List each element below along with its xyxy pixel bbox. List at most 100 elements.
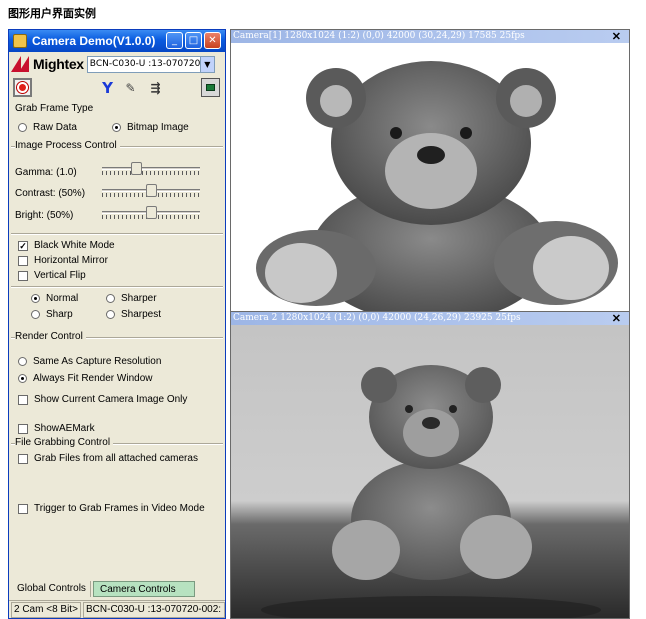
close-icon[interactable]: ✕ <box>612 312 621 325</box>
radio-circle <box>106 310 115 319</box>
always-fit-radio[interactable]: Always Fit Render Window <box>18 373 152 384</box>
radio-circle <box>31 294 40 303</box>
camera-1-titlebar[interactable]: Camera[1] 1280x1024 (1:2) (0,0) 42000 (3… <box>231 30 629 43</box>
camera-app-icon <box>13 34 27 48</box>
close-button[interactable]: ✕ <box>204 32 221 49</box>
slider-thumb[interactable] <box>146 184 157 197</box>
show-current-image-checkbox[interactable]: Show Current Camera Image Only <box>18 394 187 405</box>
gamma-label: Gamma: (1.0) <box>15 167 77 178</box>
image-process-label: Image Process Control <box>15 140 120 151</box>
camera-2-titlebar[interactable]: Camera 2 1280x1024 (1:2) (0,0) 42000 (24… <box>231 312 629 325</box>
tab-strip: Global Controls Camera Controls <box>11 581 223 598</box>
wand-icon[interactable]: ✎ <box>121 78 140 97</box>
always-fit-label: Always Fit Render Window <box>33 373 153 384</box>
camera-select-value: BCN-C030-U :13-070720- <box>89 58 204 69</box>
checkbox-box <box>18 394 28 405</box>
y-tool-icon[interactable]: Y <box>98 78 117 97</box>
radio-circle <box>31 310 40 319</box>
same-as-capture-radio[interactable]: Same As Capture Resolution <box>18 356 161 367</box>
camera-2-title: Camera 2 1280x1024 (1:2) (0,0) 42000 (24… <box>233 313 521 323</box>
window-titlebar[interactable]: Camera Demo(V1.0.0) _ □ ✕ <box>9 30 225 52</box>
status-camera-count: 2 Cam <8 Bit> <box>11 602 81 618</box>
bitmap-image-radio[interactable]: Bitmap Image <box>112 122 189 133</box>
contrast-slider[interactable] <box>102 184 200 198</box>
normal-radio[interactable]: Normal <box>31 293 78 304</box>
checkbox-box: ✓ <box>18 240 28 251</box>
radio-circle <box>106 294 115 303</box>
toolbar: Y ✎ ⇶ <box>11 77 223 99</box>
black-white-mode-checkbox[interactable]: ✓ Black White Mode <box>18 240 115 251</box>
checkbox-box <box>18 503 28 514</box>
tab-camera-controls[interactable]: Camera Controls <box>93 581 195 597</box>
gamma-slider[interactable] <box>102 162 200 176</box>
radio-circle <box>18 357 27 366</box>
radio-circle <box>18 374 27 383</box>
sharper-radio[interactable]: Sharper <box>106 293 157 304</box>
network-icon[interactable]: ⇶ <box>146 78 165 97</box>
control-panel-window: Camera Demo(V1.0.0) _ □ ✕ Mightex BCN-C0… <box>8 29 226 619</box>
camera-2-image <box>231 325 629 618</box>
camera-1-title: Camera[1] 1280x1024 (1:2) (0,0) 42000 (3… <box>233 31 525 41</box>
camera-select[interactable]: BCN-C030-U :13-070720- ▼ <box>86 55 215 73</box>
checkbox-box <box>18 453 28 464</box>
sharpest-label: Sharpest <box>121 309 162 320</box>
trigger-grab-checkbox[interactable]: Trigger to Grab Frames in Video Mode <box>18 503 205 514</box>
slider-thumb[interactable] <box>146 206 157 219</box>
bitmap-image-label: Bitmap Image <box>127 122 189 133</box>
black-white-mode-label: Black White Mode <box>34 240 115 251</box>
sharper-label: Sharper <box>121 293 157 304</box>
sharp-label: Sharp <box>46 309 73 320</box>
sharpest-radio[interactable]: Sharpest <box>106 309 161 320</box>
radio-circle <box>112 123 121 132</box>
camera-1-window: Camera[1] 1280x1024 (1:2) (0,0) 42000 (3… <box>230 29 630 312</box>
sharp-radio[interactable]: Sharp <box>31 309 73 320</box>
raw-data-radio[interactable]: Raw Data <box>18 122 77 133</box>
camera-1-image <box>231 43 629 311</box>
render-control-label: Render Control <box>15 331 86 342</box>
divider <box>11 286 223 288</box>
mightex-logo-icon <box>11 56 31 72</box>
logo-text: Mightex <box>33 56 84 72</box>
vertical-flip-checkbox[interactable]: Vertical Flip <box>18 270 86 281</box>
chevron-down-icon[interactable]: ▼ <box>199 56 214 72</box>
teddy-bear-image-2 <box>261 365 601 618</box>
maximize-button[interactable]: □ <box>185 32 202 49</box>
radio-circle <box>18 123 27 132</box>
divider <box>11 233 223 235</box>
trigger-grab-label: Trigger to Grab Frames in Video Mode <box>34 503 205 514</box>
horizontal-mirror-label: Horizontal Mirror <box>34 255 108 266</box>
stop-button[interactable] <box>201 78 220 97</box>
record-button[interactable] <box>13 78 32 97</box>
checkbox-box <box>18 270 28 281</box>
close-icon[interactable]: ✕ <box>612 30 621 43</box>
grab-all-cameras-checkbox[interactable]: Grab Files from all attached cameras <box>18 453 198 464</box>
checkbox-box <box>18 423 28 434</box>
stop-icon <box>206 84 215 91</box>
window-title: Camera Demo(V1.0.0) <box>32 34 156 48</box>
normal-label: Normal <box>46 293 79 304</box>
brand-row: Mightex BCN-C030-U :13-070720- ▼ <box>11 55 223 73</box>
show-current-image-label: Show Current Camera Image Only <box>34 394 188 405</box>
file-grabbing-label: File Grabbing Control <box>15 437 114 448</box>
vertical-flip-label: Vertical Flip <box>34 270 86 281</box>
checkbox-box <box>18 255 28 266</box>
contrast-label: Contrast: (50%) <box>15 188 86 199</box>
slider-thumb[interactable] <box>131 162 142 175</box>
same-as-capture-label: Same As Capture Resolution <box>33 356 162 367</box>
raw-data-label: Raw Data <box>33 122 77 133</box>
show-ae-mark-label: ShowAEMark <box>34 423 95 434</box>
grab-frame-type-label: Grab Frame Type <box>15 103 94 114</box>
minimize-button[interactable]: _ <box>166 32 183 49</box>
grab-all-cameras-label: Grab Files from all attached cameras <box>34 453 198 464</box>
bright-slider[interactable] <box>102 206 200 220</box>
record-icon <box>17 82 28 93</box>
status-bar: 2 Cam <8 Bit> BCN-C030-U :13-070720-002: <box>9 600 225 618</box>
bright-label: Bright: (50%) <box>15 210 74 221</box>
show-ae-mark-checkbox[interactable]: ShowAEMark <box>18 423 95 434</box>
tab-global-controls[interactable]: Global Controls <box>11 581 91 597</box>
page-heading: 图形用户界面实例 <box>8 7 96 20</box>
horizontal-mirror-checkbox[interactable]: Horizontal Mirror <box>18 255 108 266</box>
teddy-bear-image-1 <box>256 61 618 311</box>
status-camera-id: BCN-C030-U :13-070720-002: <box>83 602 225 618</box>
camera-2-window: Camera 2 1280x1024 (1:2) (0,0) 42000 (24… <box>230 311 630 619</box>
